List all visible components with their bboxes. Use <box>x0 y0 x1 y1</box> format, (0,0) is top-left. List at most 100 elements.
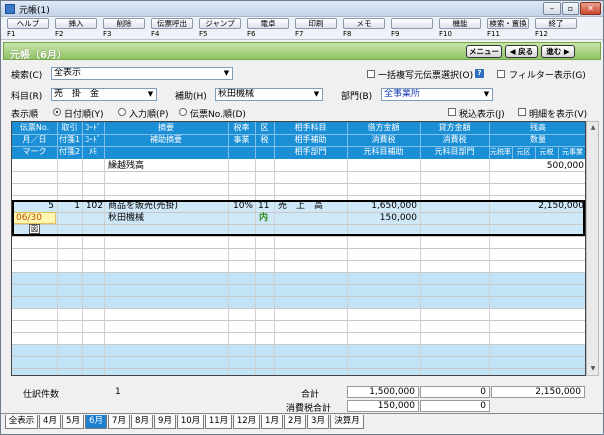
tab-closing[interactable]: 決算月 <box>330 415 364 429</box>
chevron-down-icon: ▼ <box>145 89 156 100</box>
search-label: 検索(C) <box>11 71 43 81</box>
col-torihiki: 取引 <box>61 123 78 132</box>
tax-included-checkbox[interactable] <box>448 108 456 116</box>
fkey-label: F11 <box>487 30 500 38</box>
sub-account-label: 補助(H) <box>175 92 207 102</box>
menu-button[interactable]: メニュー <box>466 45 502 58</box>
col-partner: 相手科目 <box>294 123 327 132</box>
tab-apr[interactable]: 4月 <box>39 415 61 429</box>
tab-mar[interactable]: 3月 <box>307 415 329 429</box>
fkey-label: F6 <box>247 30 256 38</box>
scroll-down-icon[interactable]: ▼ <box>588 364 598 374</box>
grid-scrollbar[interactable]: ▲ ▼ <box>586 121 599 376</box>
account-select[interactable]: 売 掛 金 ▼ <box>51 88 157 101</box>
show-detail-label: 明細を表示(V) <box>529 110 588 120</box>
fkey-delete-button[interactable]: 削除 <box>103 18 145 29</box>
col-memo: ﾒﾓ <box>89 147 97 156</box>
fkey-search-replace-button[interactable]: 検索・置換 <box>487 18 529 29</box>
search-select-value: 全表示 <box>54 68 82 78</box>
order-slip-radio[interactable] <box>179 108 187 116</box>
tax-total-credit: 0 <box>420 400 490 412</box>
fkey-label: F9 <box>391 30 400 38</box>
minimize-button[interactable]: – <box>543 2 561 15</box>
scroll-up-icon[interactable]: ▲ <box>588 123 598 133</box>
account-label: 科目(R) <box>11 92 43 102</box>
entry-count-label: 仕訳件数 <box>23 390 60 400</box>
fkey-exit-button[interactable]: 終了 <box>535 18 577 29</box>
selected-entry-frame <box>12 200 585 236</box>
tab-jun[interactable]: 6月 <box>85 415 107 429</box>
department-select[interactable]: 全事業所 ▼ <box>381 88 493 101</box>
col-summary: 摘要 <box>158 123 174 132</box>
ledger-grid: 伝票No. 取引 ｺｰﾄﾞ 摘要 税率 区 相手科目 借方金額 貸方金額 残高 … <box>11 121 586 376</box>
close-button[interactable]: ✕ <box>580 2 601 15</box>
tab-aug[interactable]: 8月 <box>131 415 153 429</box>
department-label: 部門(B) <box>341 92 373 102</box>
tab-dec[interactable]: 12月 <box>233 415 260 429</box>
fkey-label: F8 <box>343 30 352 38</box>
fkey-insert-button[interactable]: 挿入 <box>55 18 97 29</box>
fkey-label: F1 <box>7 30 16 38</box>
col-orig-dept: 元科目部門 <box>434 147 475 156</box>
col-quantity: 数量 <box>530 135 546 144</box>
order-slip-label: 伝票No.順(D) <box>190 110 246 120</box>
title-bar: 元帳(1) – ▫ ✕ <box>1 1 603 17</box>
search-select[interactable]: 全表示 ▼ <box>51 67 233 80</box>
fkey-calculator-button[interactable]: 電卓 <box>247 18 289 29</box>
tab-jan[interactable]: 1月 <box>261 415 283 429</box>
fkey-recall-button[interactable]: 伝票呼出 <box>151 18 193 29</box>
fkey-memo-button[interactable]: メモ <box>343 18 385 29</box>
total-credit: 0 <box>420 386 490 398</box>
batch-copy-checkbox[interactable] <box>367 70 375 78</box>
tab-jul[interactable]: 7月 <box>108 415 130 429</box>
filter-label: フィルター表示(G) <box>509 71 586 81</box>
tab-oct[interactable]: 10月 <box>177 415 204 429</box>
col-debit: 借方金額 <box>367 123 400 132</box>
order-label: 表示順 <box>11 110 39 120</box>
col-orig-rate: 元税率 <box>490 148 511 156</box>
tab-nov[interactable]: 11月 <box>205 415 232 429</box>
fkey-print-button[interactable]: 印刷 <box>295 18 337 29</box>
ledger-window: 元帳(1) – ▫ ✕ ヘルプ F1 挿入 F2 削除 F3 伝票呼出 F4 ジャンプ F… <box>0 0 604 435</box>
month-tabs: 全表示 4月 5月 6月 7月 8月 9月 10月 11月 12月 1月 2月 … <box>5 415 604 431</box>
col-balance: 残高 <box>530 123 546 132</box>
maximize-button[interactable]: ▫ <box>562 2 579 15</box>
show-detail-checkbox[interactable] <box>518 108 526 116</box>
carry-over-balance: 500,000 <box>546 161 584 171</box>
tab-sep[interactable]: 9月 <box>154 415 176 429</box>
sub-account-select[interactable]: 秋田機械 ▼ <box>215 88 323 101</box>
total-debit: 1,500,000 <box>347 386 419 398</box>
fkey-label: F5 <box>199 30 208 38</box>
col-debit-tax: 消費税 <box>371 135 396 144</box>
grid-header: 伝票No. 取引 ｺｰﾄﾞ 摘要 税率 区 相手科目 借方金額 貸方金額 残高 … <box>12 122 585 159</box>
carry-over-label: 繰越残高 <box>108 161 145 171</box>
fkey-help-button[interactable]: ヘルプ <box>7 18 49 29</box>
fkey-function-button[interactable]: 機能 <box>439 18 481 29</box>
fkey-label: F12 <box>535 30 548 38</box>
next-button[interactable]: 進む ▶ <box>541 45 575 58</box>
help-icon[interactable]: ? <box>475 69 484 78</box>
fkey-label: F4 <box>151 30 160 38</box>
fkey-label: F10 <box>439 30 452 38</box>
fkey-f9-button[interactable] <box>391 18 433 29</box>
chevron-down-icon: ▼ <box>481 89 492 100</box>
fkey-label: F7 <box>295 30 304 38</box>
order-input-radio[interactable] <box>118 108 126 116</box>
total-balance: 2,150,000 <box>491 386 585 398</box>
filter-checkbox[interactable] <box>497 70 505 78</box>
total-label: 合計 <box>301 390 320 400</box>
col-code2: ｺｰﾄﾞ <box>85 135 101 144</box>
account-select-value: 売 掛 金 <box>54 89 100 99</box>
fkey-jump-button[interactable]: ジャンプ <box>199 18 241 29</box>
tab-feb[interactable]: 2月 <box>284 415 306 429</box>
back-button[interactable]: ◀ 戻る <box>505 45 538 58</box>
tab-all[interactable]: 全表示 <box>5 415 38 429</box>
tab-may[interactable]: 5月 <box>62 415 84 429</box>
col-tax: 税 <box>260 135 269 144</box>
page-title: 元帳（6月） <box>10 50 67 61</box>
order-date-radio[interactable] <box>53 108 61 116</box>
sub-account-select-value: 秋田機械 <box>218 89 255 99</box>
col-tax-rate: 税率 <box>233 123 250 132</box>
window-title: 元帳(1) <box>19 6 50 16</box>
col-credit-tax: 消費税 <box>442 135 467 144</box>
